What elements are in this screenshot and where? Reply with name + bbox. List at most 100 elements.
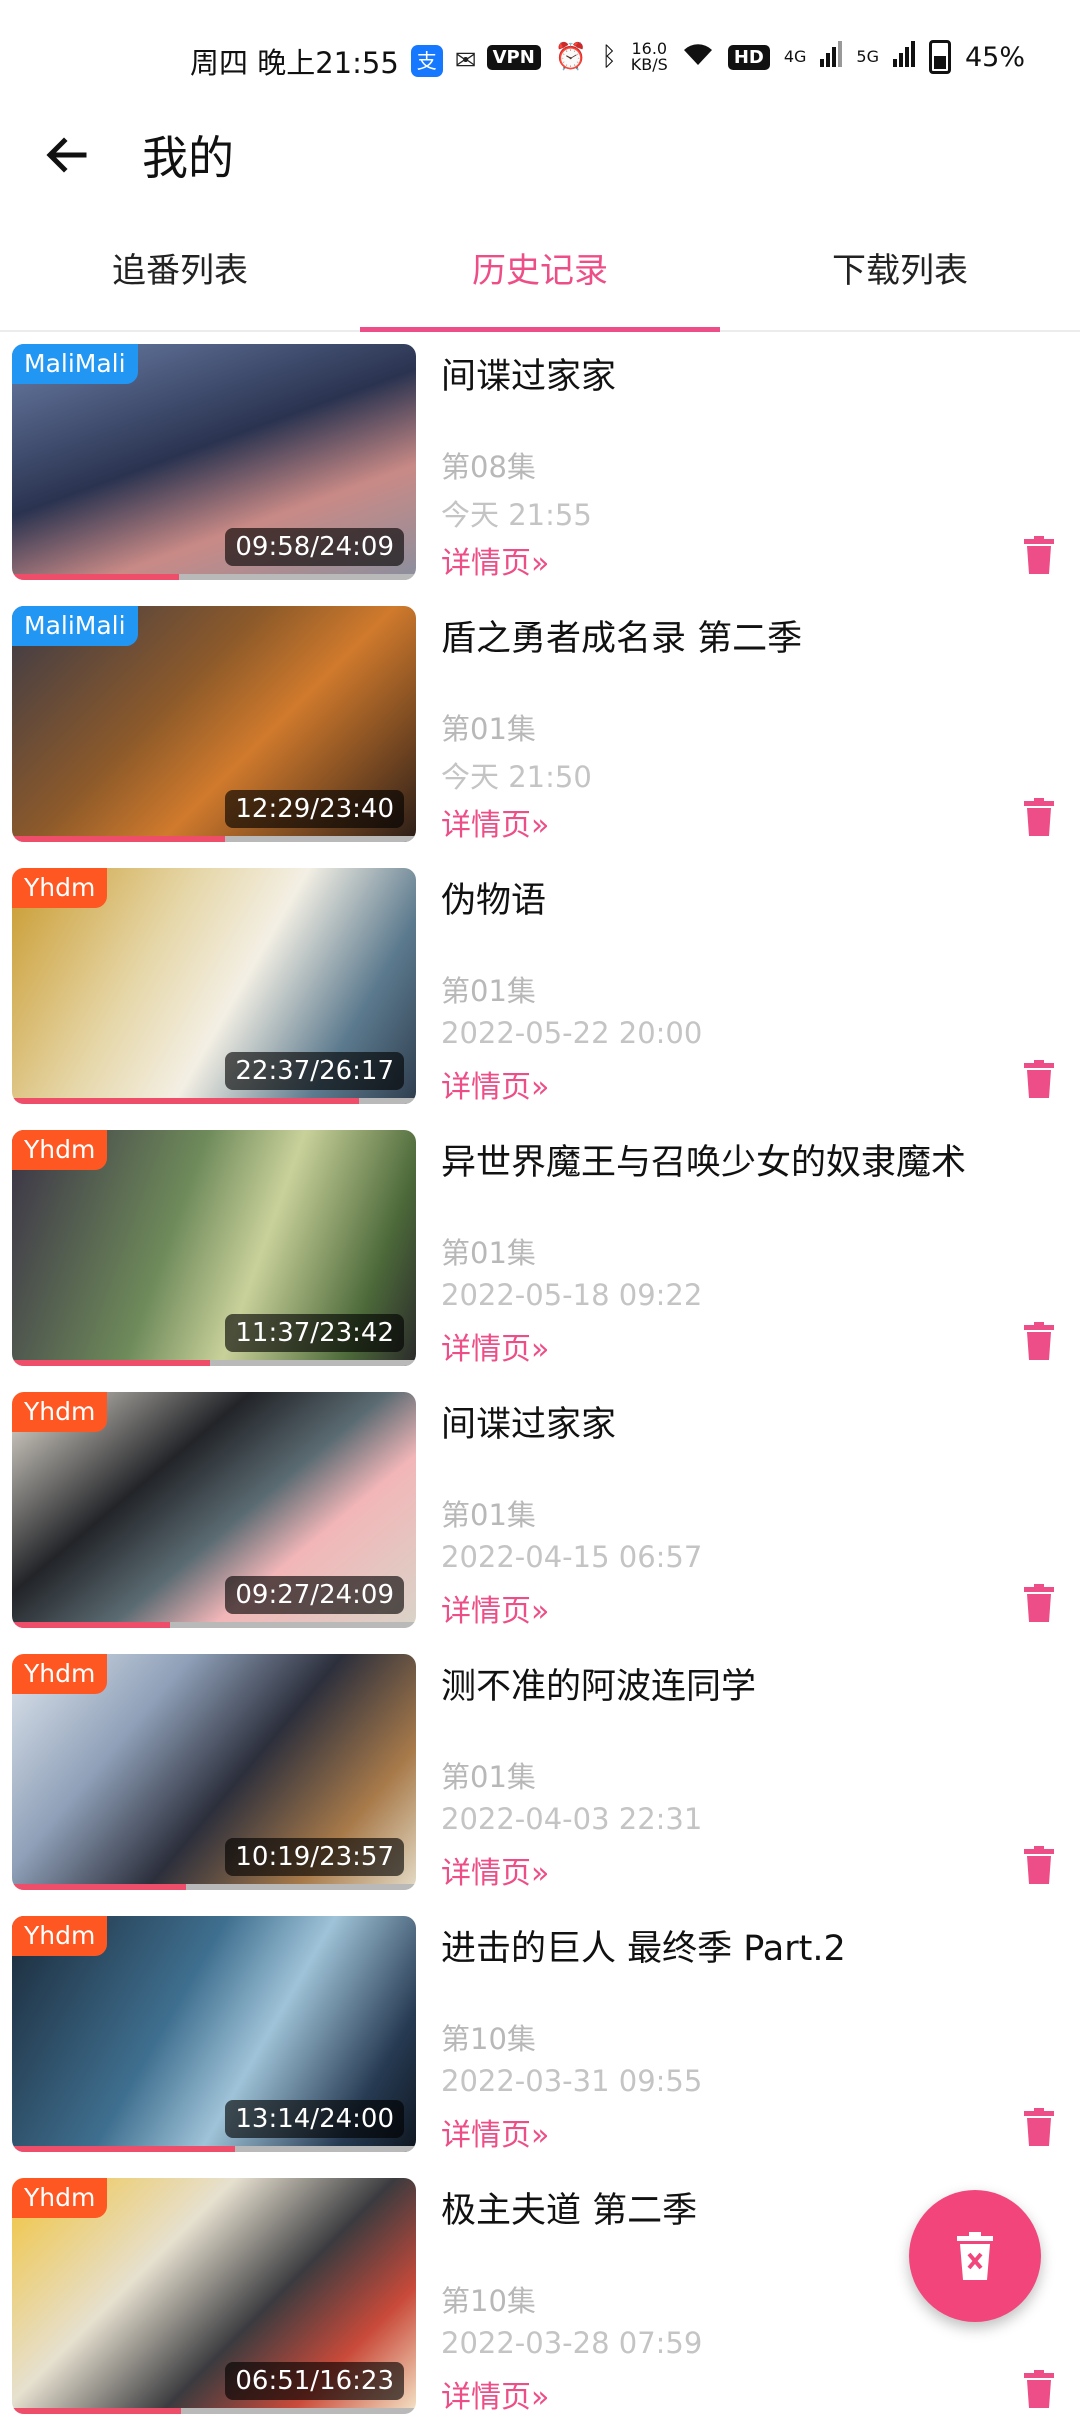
hd-badge: HD bbox=[727, 44, 770, 70]
delete-button[interactable] bbox=[1024, 2108, 1054, 2146]
delete-button[interactable] bbox=[1024, 1846, 1054, 1884]
cover-thumbnail[interactable]: Yhdm 22:37/26:17 bbox=[12, 868, 416, 1104]
detail-link[interactable]: 详情页» bbox=[441, 1586, 549, 1630]
anime-title: 极主夫道 第二季 bbox=[441, 2191, 698, 2231]
back-button[interactable] bbox=[40, 128, 94, 182]
tab-history[interactable]: 历史记录 bbox=[360, 230, 720, 332]
anime-title: 盾之勇者成名录 第二季 bbox=[441, 619, 803, 659]
list-item[interactable]: MaliMali 09:58/24:09 间谍过家家 第08集 今天 21:55… bbox=[0, 340, 1080, 602]
delete-button[interactable] bbox=[1024, 1584, 1054, 1622]
trash-icon bbox=[1024, 2108, 1054, 2146]
watch-date: 2022-04-15 06:57 bbox=[441, 1540, 703, 1574]
watch-date: 2022-05-22 20:00 bbox=[441, 1016, 703, 1050]
clear-all-trash-icon bbox=[957, 2232, 993, 2280]
episode-label: 第01集 bbox=[441, 974, 536, 1008]
status-bar: 周四 晚上21:55 支 ✉ VPN ⏰ ᛒ 16.0 KB/S HD 4G 5… bbox=[0, 0, 1080, 110]
trash-icon bbox=[1024, 1322, 1054, 1360]
battery-percent: 45% bbox=[964, 41, 1025, 73]
list-item[interactable]: Yhdm 13:14/24:00 进击的巨人 最终季 Part.2 第10集 2… bbox=[0, 1912, 1080, 2174]
anime-title: 间谍过家家 bbox=[441, 1405, 617, 1445]
signal-4g: 4G bbox=[783, 47, 807, 66]
list-item[interactable]: Yhdm 11:37/23:42 异世界魔王与召唤少女的奴隶魔术 第01集 20… bbox=[0, 1126, 1080, 1388]
watch-date: 2022-04-03 22:31 bbox=[441, 1802, 703, 1836]
source-badge: Yhdm bbox=[12, 2178, 108, 2218]
cover-thumbnail[interactable]: Yhdm 13:14/24:00 bbox=[12, 1916, 416, 2152]
list-item[interactable]: Yhdm 06:51/16:23 极主夫道 第二季 第10集 2022-03-2… bbox=[0, 2174, 1080, 2436]
cover-thumbnail[interactable]: MaliMali 09:58/24:09 bbox=[12, 344, 416, 580]
alarm-icon: ⏰ bbox=[554, 42, 588, 72]
trash-icon bbox=[1024, 798, 1054, 836]
watch-date: 今天 21:55 bbox=[441, 498, 592, 532]
arrow-left-icon bbox=[46, 137, 87, 173]
detail-link[interactable]: 详情页» bbox=[441, 1848, 549, 1892]
anime-title: 间谍过家家 bbox=[441, 357, 617, 397]
watch-date: 2022-03-28 07:59 bbox=[441, 2326, 703, 2360]
anime-title: 进击的巨人 最终季 Part.2 bbox=[441, 1929, 846, 1969]
source-badge: MaliMali bbox=[12, 344, 138, 384]
tab-downloads[interactable]: 下载列表 bbox=[720, 230, 1080, 330]
progress-fill bbox=[12, 2146, 235, 2152]
watch-date: 2022-05-18 09:22 bbox=[441, 1278, 703, 1312]
cover-thumbnail[interactable]: MaliMali 12:29/23:40 bbox=[12, 606, 416, 842]
trash-icon bbox=[1024, 536, 1054, 574]
list-item[interactable]: Yhdm 09:27/24:09 间谍过家家 第01集 2022-04-15 0… bbox=[0, 1388, 1080, 1650]
clear-history-fab[interactable] bbox=[909, 2190, 1041, 2322]
detail-link[interactable]: 详情页» bbox=[441, 800, 549, 844]
source-badge: MaliMali bbox=[12, 606, 138, 646]
cover-thumbnail[interactable]: Yhdm 11:37/23:42 bbox=[12, 1130, 416, 1366]
cover-thumbnail[interactable]: Yhdm 10:19/23:57 bbox=[12, 1654, 416, 1890]
status-bar-right: VPN ⏰ ᛒ 16.0 KB/S HD 4G 5G 45% bbox=[486, 39, 1025, 74]
delete-button[interactable] bbox=[1024, 1322, 1054, 1360]
detail-link[interactable]: 详情页» bbox=[441, 2110, 549, 2154]
delete-button[interactable] bbox=[1024, 1060, 1054, 1098]
watch-date: 今天 21:50 bbox=[441, 760, 592, 794]
trash-icon bbox=[1024, 1060, 1054, 1098]
source-badge: Yhdm bbox=[12, 1916, 108, 1956]
detail-link[interactable]: 详情页» bbox=[441, 2372, 549, 2416]
episode-label: 第10集 bbox=[441, 2284, 536, 2318]
source-badge: Yhdm bbox=[12, 1130, 108, 1170]
progress-fill bbox=[12, 1884, 187, 1890]
detail-link[interactable]: 详情页» bbox=[441, 1062, 549, 1106]
play-time: 13:14/24:00 bbox=[225, 2100, 404, 2138]
play-time: 11:37/23:42 bbox=[225, 1314, 404, 1352]
trash-icon bbox=[1024, 1584, 1054, 1622]
progress-fill bbox=[12, 2408, 181, 2414]
history-list: MaliMali 09:58/24:09 间谍过家家 第08集 今天 21:55… bbox=[0, 340, 1080, 2436]
list-item[interactable]: Yhdm 22:37/26:17 伪物语 第01集 2022-05-22 20:… bbox=[0, 864, 1080, 1126]
episode-label: 第01集 bbox=[441, 1498, 536, 1532]
delete-button[interactable] bbox=[1024, 536, 1054, 574]
list-item[interactable]: MaliMali 12:29/23:40 盾之勇者成名录 第二季 第01集 今天… bbox=[0, 602, 1080, 864]
status-bar-left: 周四 晚上21:55 支 ✉ bbox=[190, 40, 487, 82]
delete-button[interactable] bbox=[1024, 798, 1054, 836]
anime-title: 测不准的阿波连同学 bbox=[441, 1667, 757, 1707]
progress-fill bbox=[12, 574, 179, 580]
trash-icon bbox=[1024, 1846, 1054, 1884]
anime-title: 伪物语 bbox=[441, 881, 547, 921]
progress-fill bbox=[12, 1360, 210, 1366]
detail-link[interactable]: 详情页» bbox=[441, 1324, 549, 1368]
network-speed: 16.0 KB/S bbox=[630, 39, 668, 74]
play-time: 22:37/26:17 bbox=[225, 1052, 404, 1090]
progress-fill bbox=[12, 1098, 360, 1104]
detail-link[interactable]: 详情页» bbox=[441, 538, 549, 582]
episode-label: 第01集 bbox=[441, 712, 536, 746]
cover-thumbnail[interactable]: Yhdm 09:27/24:09 bbox=[12, 1392, 416, 1628]
tab-following[interactable]: 追番列表 bbox=[0, 230, 360, 330]
app-bar: 我的 bbox=[0, 110, 1080, 200]
play-time: 06:51/16:23 bbox=[225, 2362, 404, 2400]
anime-title: 异世界魔王与召唤少女的奴隶魔术 bbox=[441, 1143, 967, 1183]
episode-label: 第08集 bbox=[441, 450, 536, 484]
wechat-icon: ✉ bbox=[454, 46, 477, 76]
wifi-icon bbox=[682, 41, 714, 74]
list-item[interactable]: Yhdm 10:19/23:57 测不准的阿波连同学 第01集 2022-04-… bbox=[0, 1650, 1080, 1912]
vpn-badge: VPN bbox=[486, 44, 541, 70]
source-badge: Yhdm bbox=[12, 868, 108, 908]
play-time: 12:29/23:40 bbox=[225, 790, 404, 828]
status-time: 周四 晚上21:55 bbox=[190, 46, 399, 80]
progress-fill bbox=[12, 1622, 170, 1628]
source-badge: Yhdm bbox=[12, 1654, 108, 1694]
cover-thumbnail[interactable]: Yhdm 06:51/16:23 bbox=[12, 2178, 416, 2414]
alipay-icon: 支 bbox=[410, 45, 443, 77]
watch-date: 2022-03-31 09:55 bbox=[441, 2064, 703, 2098]
